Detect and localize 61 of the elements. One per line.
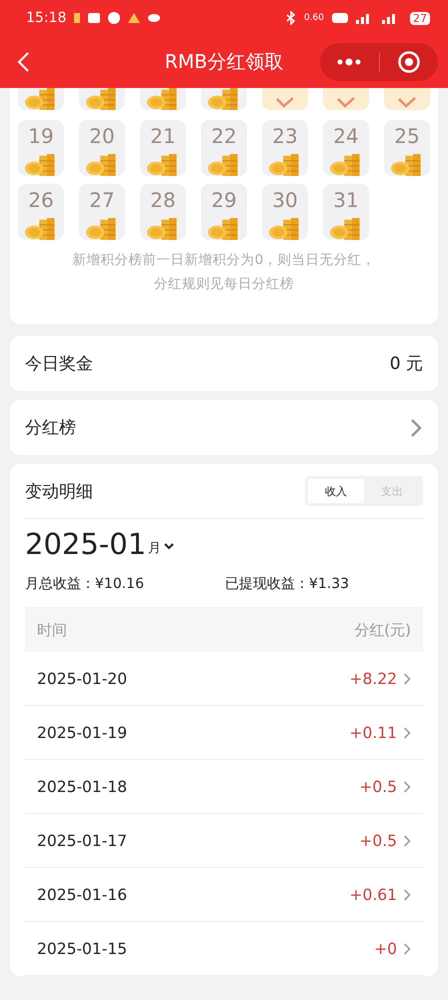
battery-indicator: 27: [410, 12, 430, 24]
record-date: 2025-01-16: [37, 886, 128, 904]
today-bonus-value: 0 元: [390, 353, 423, 375]
calendar-day: 27: [79, 184, 125, 240]
column-header: 分红(元): [354, 620, 411, 640]
chevron-right-icon: [403, 942, 411, 954]
record-amount: +0: [374, 940, 397, 958]
record-row[interactable]: 2025-01-16 +0.61: [25, 868, 423, 922]
monthly-total: 月总收益：¥10.16: [25, 575, 145, 593]
record-date: 2025-01-20: [37, 670, 128, 688]
calendar-day: 22: [201, 120, 247, 176]
dividend-note: 分红规则见每日分红榜: [154, 276, 294, 292]
more-icon: [336, 58, 362, 66]
calendar-day: 30: [262, 184, 308, 240]
ranking-row[interactable]: 分红榜: [10, 400, 438, 455]
record-row[interactable]: 2025-01-20 +8.22: [25, 652, 423, 706]
chevron-right-icon: [403, 726, 411, 738]
month-unit: 月: [148, 540, 162, 557]
calendar-day: 19: [18, 120, 64, 176]
record-amount: +0.5: [359, 778, 397, 796]
record-amount: +0.61: [350, 886, 397, 904]
chevron-right-icon: [403, 672, 411, 684]
chevron-right-icon: [403, 834, 411, 846]
withdrawn-total: 已提现收益：¥1.33: [225, 575, 350, 593]
network-speed: 0.60: [304, 13, 324, 23]
record-row[interactable]: 2025-01-17 +0.5: [25, 814, 423, 868]
ranking-label: 分红榜: [25, 417, 76, 439]
calendar-day: 29: [201, 184, 247, 240]
bluetooth-icon: [286, 11, 296, 25]
column-header: 时间: [37, 620, 67, 640]
chat-icon: [108, 12, 120, 24]
section-title: 变动明细: [25, 480, 93, 502]
chevron-right-icon: [403, 888, 411, 900]
record-row[interactable]: 2025-01-19 +0.11: [25, 706, 423, 760]
calendar-day: 26: [18, 184, 64, 240]
record-date: 2025-01-18: [37, 778, 128, 796]
record-date: 2025-01-17: [37, 832, 128, 850]
record-date: 2025-01-19: [37, 724, 128, 742]
dividend-note: 新增积分榜前一日新增积分为0，则当日无分红，: [72, 252, 376, 268]
triangle-icon: [128, 13, 140, 23]
status-time: 15:18: [26, 10, 66, 26]
calendar-day: 21: [140, 120, 186, 176]
page-title: RMB分红领取: [164, 51, 284, 73]
record-row[interactable]: 2025-01-15 +0: [25, 922, 423, 976]
calendar-day: 20: [79, 120, 125, 176]
calendar-day: 24: [323, 120, 369, 176]
calendar-day: 23: [262, 120, 308, 176]
record-amount: +0.11: [350, 724, 397, 742]
today-bonus-label: 今日奖金: [25, 353, 93, 375]
caret-icon[interactable]: [163, 541, 176, 551]
record-date: 2025-01-15: [37, 940, 128, 958]
chevron-right-icon: [409, 418, 423, 438]
record-amount: +8.22: [350, 670, 397, 688]
chevron-right-icon: [403, 780, 411, 792]
calendar-day: 25: [384, 120, 430, 176]
calendar-day: 28: [140, 184, 186, 240]
record-row[interactable]: 2025-01-18 +0.5: [25, 760, 423, 814]
filter-tab[interactable]: 收入: [308, 479, 364, 503]
month-picker[interactable]: 2025-01: [25, 527, 146, 561]
record-amount: +0.5: [359, 832, 397, 850]
calendar-day: 31: [323, 184, 369, 240]
